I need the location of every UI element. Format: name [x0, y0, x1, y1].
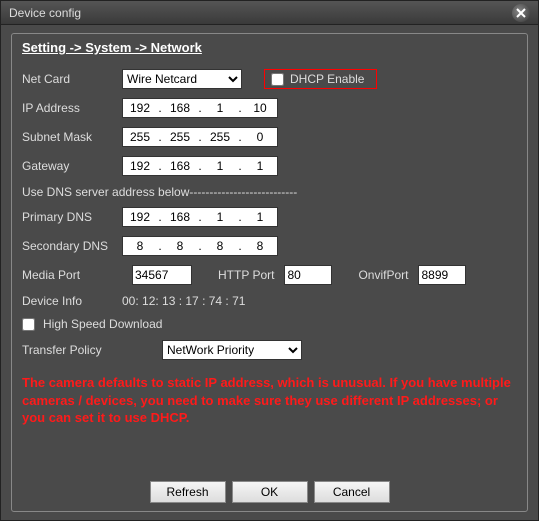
- sdns-octet-2[interactable]: [163, 239, 197, 253]
- dns-section-label: Use DNS server address below------------…: [22, 185, 517, 199]
- primary-dns-input[interactable]: . . .: [122, 207, 278, 227]
- media-port-input[interactable]: [132, 265, 192, 285]
- device-info-value: 00: 12: 13 : 17 : 74 : 71: [122, 294, 245, 308]
- net-card-label: Net Card: [22, 72, 122, 86]
- ip-octet-2[interactable]: [163, 101, 197, 115]
- subnet-mask-input[interactable]: . . .: [122, 127, 278, 147]
- media-port-label: Media Port: [22, 268, 122, 282]
- ip-address-label: IP Address: [22, 101, 122, 115]
- ip-address-input[interactable]: . . .: [122, 98, 278, 118]
- onvif-port-label: OnvifPort: [358, 268, 408, 282]
- transfer-policy-select[interactable]: NetWork Priority: [162, 340, 302, 360]
- gateway-octet-1[interactable]: [123, 159, 157, 173]
- secondary-dns-label: Secondary DNS: [22, 239, 122, 253]
- transfer-policy-label: Transfer Policy: [22, 343, 162, 357]
- close-icon: [516, 8, 526, 18]
- http-port-input[interactable]: [284, 265, 332, 285]
- pdns-octet-2[interactable]: [163, 210, 197, 224]
- device-config-window: Device config Setting -> System -> Netwo…: [0, 0, 539, 521]
- high-speed-label: High Speed Download: [43, 317, 162, 331]
- gateway-label: Gateway: [22, 159, 122, 173]
- subnet-mask-label: Subnet Mask: [22, 130, 122, 144]
- gateway-input[interactable]: . . .: [122, 156, 278, 176]
- device-info-label: Device Info: [22, 294, 122, 308]
- pdns-octet-4[interactable]: [243, 210, 277, 224]
- secondary-dns-input[interactable]: . . .: [122, 236, 278, 256]
- button-row: Refresh OK Cancel: [12, 481, 527, 503]
- warning-note: The camera defaults to static IP address…: [22, 374, 517, 427]
- gateway-octet-3[interactable]: [203, 159, 237, 173]
- gateway-octet-2[interactable]: [163, 159, 197, 173]
- sdns-octet-4[interactable]: [243, 239, 277, 253]
- subnet-octet-3[interactable]: [203, 130, 237, 144]
- subnet-octet-4[interactable]: [243, 130, 277, 144]
- primary-dns-label: Primary DNS: [22, 210, 122, 224]
- titlebar: Device config: [1, 1, 538, 25]
- dhcp-enable-checkbox[interactable]: [271, 73, 284, 86]
- dhcp-enable-label: DHCP Enable: [290, 72, 364, 86]
- net-card-select[interactable]: Wire Netcard: [122, 69, 242, 89]
- close-button[interactable]: [512, 4, 530, 22]
- http-port-label: HTTP Port: [218, 268, 274, 282]
- subnet-octet-1[interactable]: [123, 130, 157, 144]
- ip-octet-3[interactable]: [203, 101, 237, 115]
- window-title: Device config: [9, 6, 81, 20]
- sdns-octet-1[interactable]: [123, 239, 157, 253]
- ip-octet-4[interactable]: [243, 101, 277, 115]
- breadcrumb: Setting -> System -> Network: [22, 40, 517, 55]
- gateway-octet-4[interactable]: [243, 159, 277, 173]
- pdns-octet-3[interactable]: [203, 210, 237, 224]
- pdns-octet-1[interactable]: [123, 210, 157, 224]
- sdns-octet-3[interactable]: [203, 239, 237, 253]
- subnet-octet-2[interactable]: [163, 130, 197, 144]
- refresh-button[interactable]: Refresh: [150, 481, 226, 503]
- dhcp-enable-box: DHCP Enable: [264, 69, 377, 89]
- ip-octet-1[interactable]: [123, 101, 157, 115]
- onvif-port-input[interactable]: [418, 265, 466, 285]
- ok-button[interactable]: OK: [232, 481, 308, 503]
- settings-panel: Setting -> System -> Network Net Card Wi…: [11, 33, 528, 512]
- cancel-button[interactable]: Cancel: [314, 481, 390, 503]
- high-speed-checkbox[interactable]: [22, 318, 35, 331]
